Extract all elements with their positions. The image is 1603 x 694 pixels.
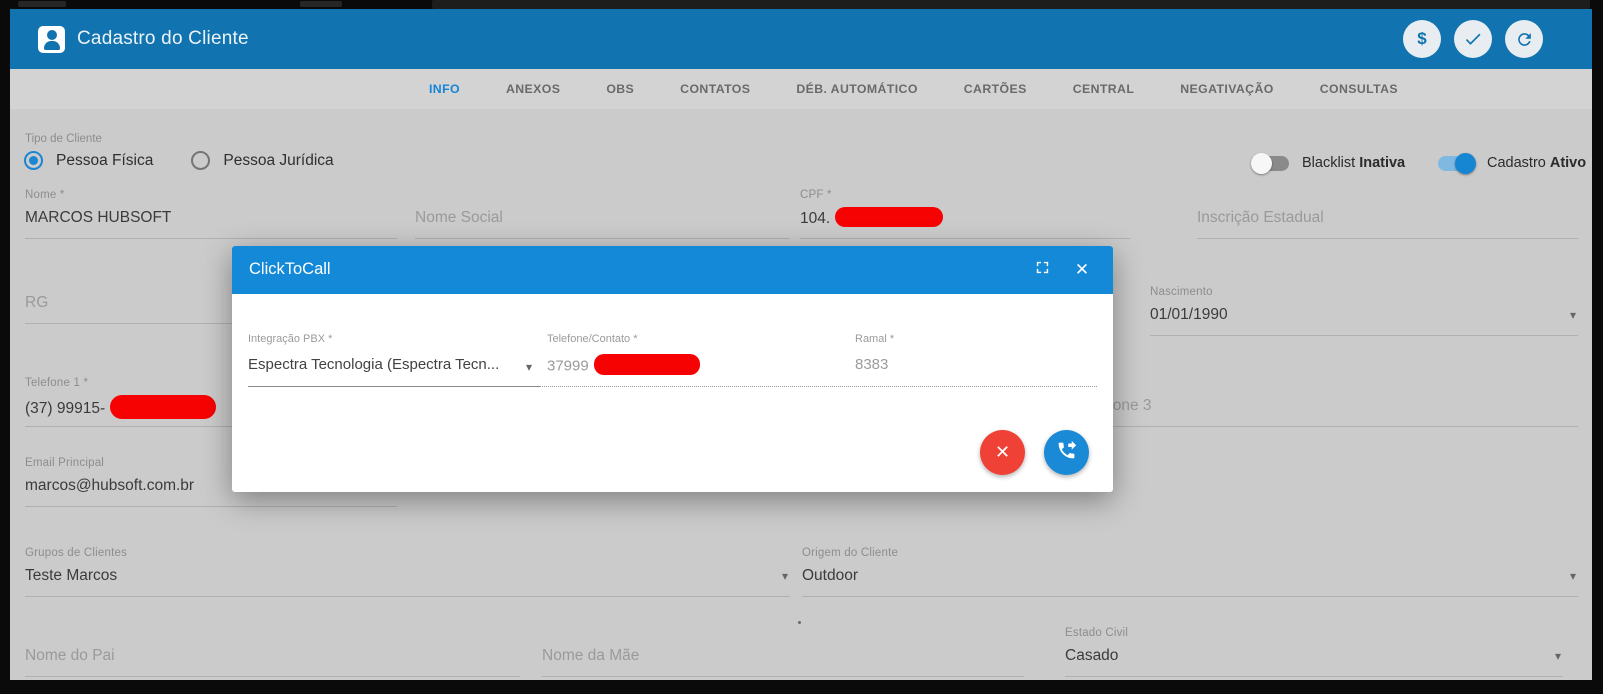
radio-pessoa-fisica-label: Pessoa Física	[56, 151, 154, 169]
cpf-field[interactable]: CPF * 104.	[800, 189, 1130, 239]
telefone3-placeholder[interactable]: Telefone 3	[1080, 397, 1578, 419]
telefone-contato-label: Telefone/Contato *	[547, 333, 638, 345]
close-icon: ✕	[994, 442, 1011, 462]
check-icon	[1463, 29, 1483, 49]
start-call-button[interactable]	[1044, 430, 1089, 475]
nome-mae-placeholder[interactable]: Nome da Mãe	[542, 647, 1024, 669]
tab-consultas[interactable]: CONSULTAS	[1297, 82, 1421, 96]
refresh-button[interactable]	[1505, 20, 1543, 58]
background-window-remnant	[18, 1, 66, 7]
radio-pessoa-juridica[interactable]	[191, 151, 211, 170]
nascimento-label: Nascimento	[1150, 286, 1213, 298]
tab-obs[interactable]: OBS	[583, 82, 657, 96]
close-icon: ✕	[1074, 260, 1090, 279]
chevron-down-icon[interactable]: ▾	[526, 360, 532, 374]
estado-civil-label: Estado Civil	[1065, 627, 1129, 639]
integracao-pbx-field[interactable]: Integração PBX * Espectra Tecnologia (Es…	[248, 333, 538, 374]
tab-cartoes[interactable]: CARTÕES	[941, 82, 1050, 96]
page-title: Cadastro do Cliente	[77, 28, 249, 49]
select-underline	[248, 386, 540, 387]
app-window: Cadastro do Cliente $ INFO ANEXOS OBS CO…	[10, 9, 1592, 680]
estado-civil-field[interactable]: Estado Civil Casado ▾	[1065, 627, 1563, 677]
cpf-value[interactable]: 104.	[800, 207, 1130, 231]
nome-social-field[interactable]: Nome Social	[415, 189, 790, 239]
background-window-remnant	[432, 0, 1590, 9]
cadastro-toggle[interactable]	[1438, 152, 1476, 174]
tab-deb-automatico[interactable]: DÉB. AUTOMÁTICO	[773, 82, 940, 96]
modal-title: ClickToCall	[249, 260, 331, 278]
tipo-cliente-label: Tipo de Cliente	[25, 133, 102, 145]
grupos-clientes-value[interactable]: Teste Marcos	[25, 567, 790, 589]
cadastro-toggle-row: Cadastro Ativo	[1438, 152, 1587, 174]
radio-pessoa-fisica[interactable]	[24, 151, 43, 170]
grupos-clientes-field[interactable]: Grupos de Clientes Teste Marcos ▾	[25, 547, 790, 597]
chevron-down-icon[interactable]: ▾	[1555, 649, 1561, 663]
origem-cliente-field[interactable]: Origem do Cliente Outdoor ▾	[802, 547, 1578, 597]
nascimento-field[interactable]: Nascimento 01/01/1990 ▾	[1150, 286, 1578, 336]
estado-civil-value[interactable]: Casado	[1065, 647, 1563, 669]
refresh-icon	[1515, 30, 1534, 49]
clicktocall-modal: ClickToCall ✕ Integração PBX * Espectra …	[232, 246, 1113, 492]
telefone-contato-redaction	[593, 354, 700, 375]
chevron-down-icon[interactable]: ▾	[1570, 308, 1576, 322]
nome-value[interactable]: MARCOS HUBSOFT	[25, 209, 397, 231]
dollar-icon: $	[1417, 29, 1427, 48]
origem-cliente-label: Origem do Cliente	[802, 547, 899, 559]
chevron-down-icon[interactable]: ▾	[782, 569, 788, 583]
background-window-remnant	[300, 1, 342, 7]
nome-field[interactable]: Nome * MARCOS HUBSOFT	[25, 189, 397, 239]
telefone-contato-value[interactable]: 37999	[547, 354, 839, 377]
tab-bar: INFO ANEXOS OBS CONTATOS DÉB. AUTOMÁTICO…	[10, 69, 1592, 109]
ramal-field[interactable]: Ramal * 8383	[855, 333, 1107, 373]
chevron-down-icon[interactable]: ▾	[1570, 569, 1576, 583]
nome-label: Nome *	[25, 189, 65, 201]
tab-negativacao[interactable]: NEGATIVAÇÃO	[1157, 82, 1296, 96]
ramal-value[interactable]: 8383	[855, 356, 1107, 373]
telefone3-field[interactable]: Telefone 3	[1080, 377, 1578, 427]
inscricao-estadual-placeholder[interactable]: Inscrição Estadual	[1197, 209, 1578, 231]
ramal-label: Ramal *	[855, 333, 895, 345]
contact-card-icon	[38, 26, 65, 53]
radio-pessoa-juridica-label: Pessoa Jurídica	[223, 151, 334, 169]
nome-pai-placeholder[interactable]: Nome do Pai	[25, 647, 520, 669]
nascimento-value[interactable]: 01/01/1990	[1150, 306, 1578, 328]
nome-pai-field[interactable]: Nome do Pai	[25, 627, 520, 677]
integracao-pbx-label: Integração PBX *	[248, 333, 333, 345]
blacklist-toggle-row: Blacklist Inativa	[1251, 152, 1406, 174]
inscricao-estadual-field[interactable]: Inscrição Estadual	[1197, 189, 1578, 239]
cpf-redaction	[835, 207, 944, 227]
fullscreen-icon	[1034, 259, 1051, 281]
tab-central[interactable]: CENTRAL	[1050, 82, 1158, 96]
modal-header: ClickToCall ✕	[232, 246, 1113, 294]
nome-mae-field[interactable]: Nome da Mãe	[542, 627, 1024, 677]
telefone-contato-field[interactable]: Telefone/Contato * 37999	[547, 333, 839, 377]
fullscreen-button[interactable]	[1031, 259, 1053, 281]
cadastro-toggle-label: Cadastro Ativo	[1487, 155, 1587, 171]
tipo-cliente-radio-group: Pessoa Física Pessoa Jurídica	[24, 151, 372, 170]
phone-forward-icon	[1056, 440, 1077, 466]
app-bar: Cadastro do Cliente $	[10, 9, 1592, 69]
grupos-clientes-label: Grupos de Clientes	[25, 547, 128, 559]
confirm-button[interactable]	[1454, 20, 1492, 58]
nome-social-placeholder[interactable]: Nome Social	[415, 209, 790, 231]
tab-info[interactable]: INFO	[406, 82, 483, 96]
tab-anexos[interactable]: ANEXOS	[483, 82, 583, 96]
blacklist-toggle-label: Blacklist Inativa	[1302, 155, 1406, 171]
origem-cliente-value[interactable]: Outdoor	[802, 567, 1578, 589]
blacklist-toggle[interactable]	[1251, 152, 1289, 174]
stray-dot-artifact	[798, 621, 801, 624]
integracao-pbx-value[interactable]: Espectra Tecnologia (Espectra Tecn...	[248, 356, 538, 373]
telefone1-redaction	[110, 395, 217, 419]
screenshot-root: Cadastro do Cliente $ INFO ANEXOS OBS CO…	[0, 0, 1603, 694]
cancel-call-button[interactable]: ✕	[980, 430, 1025, 475]
cpf-label: CPF *	[800, 189, 832, 201]
tab-contatos[interactable]: CONTATOS	[657, 82, 773, 96]
modal-close-button[interactable]: ✕	[1071, 259, 1093, 281]
billing-button[interactable]: $	[1403, 20, 1441, 58]
